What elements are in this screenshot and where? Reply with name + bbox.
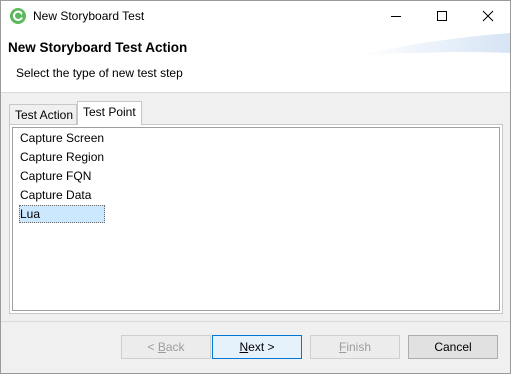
next-button-mnemonic: N bbox=[239, 340, 249, 354]
tab-test-action[interactable]: Test Action bbox=[9, 104, 77, 124]
cancel-button[interactable]: Cancel bbox=[408, 335, 498, 359]
test-step-list[interactable]: Capture Screen Capture Region Capture FQ… bbox=[12, 127, 500, 311]
maximize-icon bbox=[437, 11, 447, 21]
window-title: New Storyboard Test bbox=[33, 9, 145, 23]
next-button-label: ext > bbox=[248, 340, 275, 354]
finish-button[interactable]: Finish bbox=[310, 335, 400, 359]
tab-test-point[interactable]: Test Point bbox=[77, 101, 142, 125]
minimize-button[interactable] bbox=[373, 1, 419, 31]
finish-button-label: inish bbox=[346, 340, 372, 354]
next-button[interactable]: Next > bbox=[212, 335, 302, 359]
back-button-mnemonic: B bbox=[157, 340, 166, 354]
app-logo-icon bbox=[10, 8, 26, 24]
page-title: New Storyboard Test Action bbox=[8, 40, 188, 55]
wizard-header: New Storyboard Test Action Select the ty… bbox=[1, 31, 510, 93]
title-bar[interactable]: New Storyboard Test bbox=[1, 1, 510, 31]
list-item-capture-data[interactable]: Capture Data bbox=[19, 186, 91, 204]
page-subtitle: Select the type of new test step bbox=[16, 66, 183, 80]
minimize-icon bbox=[391, 16, 401, 17]
header-banner-graphic bbox=[360, 33, 510, 55]
list-item-lua[interactable]: Lua bbox=[19, 205, 105, 223]
close-button[interactable] bbox=[465, 1, 510, 31]
back-button-prefix: < bbox=[147, 340, 158, 354]
back-button-label: ack bbox=[165, 340, 185, 354]
footer-divider bbox=[1, 321, 510, 322]
tab-panel: Capture Screen Capture Region Capture FQ… bbox=[9, 124, 503, 314]
dialog-window: New Storyboard Test New Storyboard Test … bbox=[0, 0, 511, 374]
maximize-button[interactable] bbox=[419, 1, 465, 31]
list-item-capture-region[interactable]: Capture Region bbox=[19, 148, 104, 166]
list-item-capture-screen[interactable]: Capture Screen bbox=[19, 129, 104, 147]
close-icon bbox=[482, 10, 494, 22]
back-button[interactable]: < Back bbox=[121, 335, 211, 359]
list-item-capture-fqn[interactable]: Capture FQN bbox=[19, 167, 91, 185]
